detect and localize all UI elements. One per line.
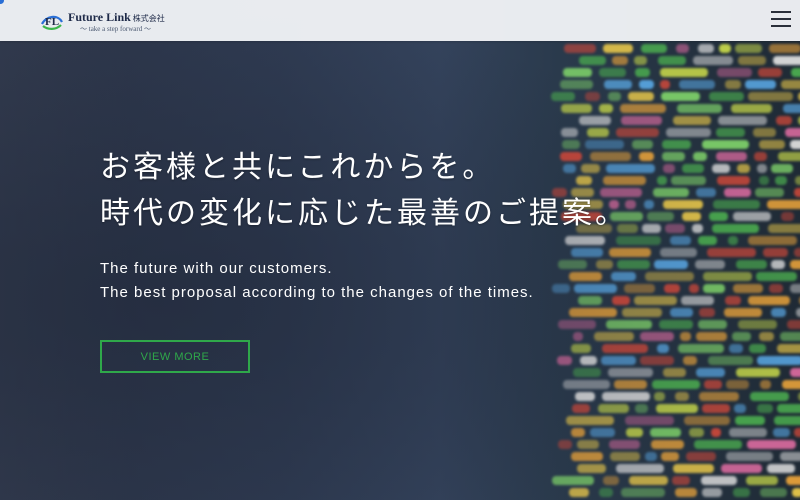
site-logo[interactable]: FL Future Link 株式会社 〜 take a step forward… bbox=[40, 8, 165, 33]
hero-section: お客様と共にこれからを。 時代の変化に応じた最善のご提案。 The future… bbox=[0, 0, 800, 500]
logo-mark-text: FL bbox=[45, 16, 59, 28]
hamburger-menu-icon[interactable] bbox=[771, 11, 791, 27]
sub-line-2: The best proposal according to the chang… bbox=[100, 284, 534, 301]
catch-line-2: 時代の変化に応じた最善のご提案。 bbox=[100, 196, 628, 231]
hero-subcopy: The future with our customers. The best … bbox=[100, 257, 534, 305]
catch-line-1: お客様と共にこれからを。 bbox=[100, 150, 496, 185]
logo-mark-icon: FL bbox=[40, 10, 64, 32]
logo-name: Future Link bbox=[68, 10, 131, 24]
corner-dot bbox=[0, 0, 4, 4]
sub-line-1: The future with our customers. bbox=[100, 260, 333, 277]
hero-catchcopy: お客様と共にこれからを。 時代の変化に応じた最善のご提案。 bbox=[100, 145, 628, 237]
site-header: FL Future Link 株式会社 〜 take a step forward… bbox=[0, 0, 800, 41]
view-more-button[interactable]: VIEW MORE bbox=[100, 340, 250, 373]
logo-suffix: 株式会社 bbox=[132, 14, 165, 23]
logo-tagline: 〜 take a step forward 〜 bbox=[80, 25, 151, 33]
